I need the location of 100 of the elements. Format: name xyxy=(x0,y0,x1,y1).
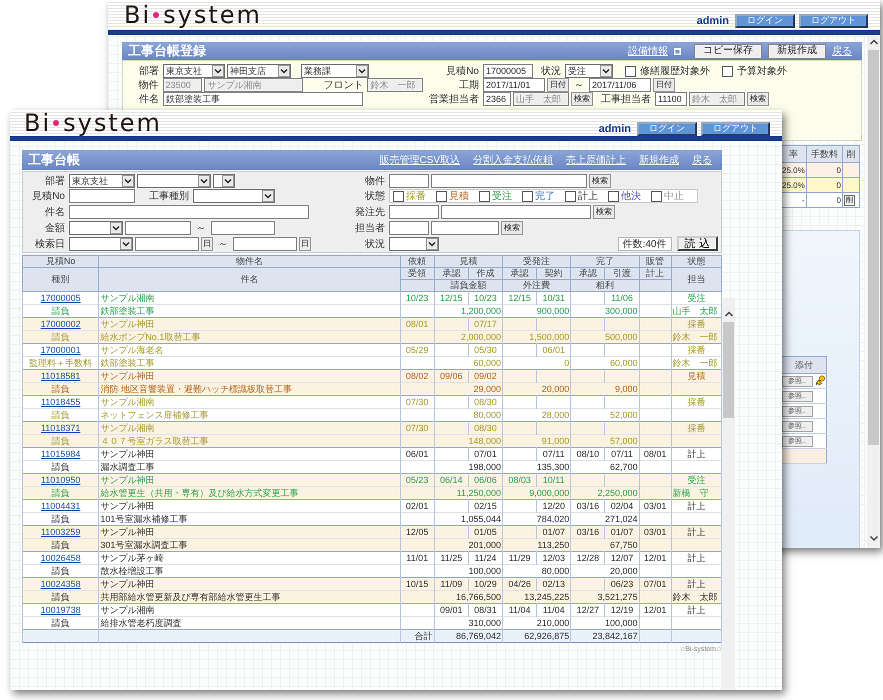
checkbox-label: 完了 xyxy=(535,190,555,204)
input-field[interactable] xyxy=(389,174,429,188)
column-header: 完了 xyxy=(570,256,640,268)
checkbox[interactable] xyxy=(565,190,576,202)
dropdown[interactable]: 東京支社 xyxy=(163,64,225,78)
column-header: 担当 xyxy=(671,268,722,292)
caret-icon xyxy=(278,65,290,77)
checkbox[interactable] xyxy=(436,190,447,202)
page-title: 工事台帳 xyxy=(28,151,80,169)
dropdown[interactable] xyxy=(213,174,235,188)
field-label: 工事種別 xyxy=(149,190,190,204)
column-header: 請負金額 xyxy=(434,280,503,292)
input-field[interactable] xyxy=(69,205,309,219)
checkbox[interactable] xyxy=(722,66,733,76)
checkbox-label: 受注 xyxy=(492,190,512,204)
field-label: 物件 xyxy=(138,79,160,92)
input-field[interactable] xyxy=(233,236,297,250)
checkbox[interactable] xyxy=(625,66,636,76)
dropdown[interactable]: 神田支店 xyxy=(227,64,291,78)
column-header: 状態 xyxy=(671,256,722,268)
input-field[interactable]: 鉄部塗装工事 xyxy=(163,92,363,106)
input-field[interactable] xyxy=(211,220,275,235)
search-button[interactable]: 検索 xyxy=(593,205,615,219)
date-button[interactable]: 日 xyxy=(201,236,213,250)
input-field[interactable] xyxy=(125,220,191,235)
column-header: 依頼 xyxy=(400,256,434,268)
input-field[interactable]: 2017/11/01 xyxy=(483,78,545,92)
dropdown[interactable]: 受注 xyxy=(565,64,613,78)
column-header: 件名 xyxy=(98,268,400,292)
input-field[interactable] xyxy=(431,174,587,188)
caret-icon xyxy=(120,238,132,250)
caret-icon xyxy=(198,174,210,186)
search-button[interactable]: 検索 xyxy=(589,174,611,188)
column-header: 粗利 xyxy=(570,280,640,292)
column-header: 見積 xyxy=(434,256,503,268)
input-field[interactable]: 2366 xyxy=(483,92,511,106)
record-count: 件数:40件 xyxy=(618,236,672,250)
input-field[interactable]: 17000005 xyxy=(483,64,533,78)
search-button[interactable]: 検索 xyxy=(571,92,593,106)
field-label: 部署 xyxy=(44,174,66,188)
column-header: 種別 xyxy=(22,268,99,292)
field-label: 状況 xyxy=(541,64,562,78)
input-field[interactable] xyxy=(389,205,439,219)
column-header: 物件名 xyxy=(98,256,400,268)
table-cell: 86,769,042 xyxy=(434,630,503,642)
table-cell: 0 xyxy=(806,192,842,208)
user-name: admin xyxy=(598,123,631,135)
checkbox-label: 計上 xyxy=(578,190,598,204)
logo: Bi system xyxy=(124,2,262,28)
input-field[interactable] xyxy=(135,236,199,250)
date-button[interactable]: 日 xyxy=(299,236,311,250)
field-label: 見積No xyxy=(445,64,480,78)
field-label: 金額 xyxy=(44,222,66,235)
checkbox[interactable] xyxy=(651,190,662,202)
column-header: 販管 xyxy=(639,256,672,268)
field-label: 検索日 xyxy=(34,238,66,250)
field-label: フロント xyxy=(323,79,364,92)
caret-icon xyxy=(600,65,612,77)
input-field[interactable] xyxy=(441,205,591,219)
caret-icon xyxy=(212,65,224,77)
field-label: 件名 xyxy=(138,93,160,106)
column-header: 削 xyxy=(842,146,860,162)
load-button[interactable]: 読 込 xyxy=(676,236,718,251)
dropdown[interactable]: 業務課 xyxy=(301,64,369,78)
page-title: 工事台帳登録 xyxy=(128,42,206,60)
date-button[interactable]: 日付 xyxy=(653,78,675,92)
checkbox-label: 予算対象外 xyxy=(737,64,787,78)
checkbox[interactable] xyxy=(522,190,533,202)
caret-icon xyxy=(356,65,368,77)
dropdown[interactable]: 東京支社 xyxy=(69,174,135,188)
column-header: 見積No xyxy=(22,256,99,268)
date-button[interactable]: 日付 xyxy=(547,78,569,92)
checkbox-label: 他決 xyxy=(621,190,641,204)
field-label: 発注先 xyxy=(354,206,386,219)
scrollbar-thumb[interactable] xyxy=(723,322,734,418)
checkbox-label: 中止 xyxy=(664,190,684,204)
caret-icon xyxy=(122,174,134,186)
checkbox[interactable] xyxy=(608,190,619,202)
scrollbar-thumb[interactable] xyxy=(868,50,879,445)
checkbox[interactable] xyxy=(393,190,404,202)
checkbox-label: 見積 xyxy=(449,190,469,204)
checkbox[interactable] xyxy=(479,190,490,202)
range-separator: ～ xyxy=(573,79,585,92)
input-field[interactable]: 2017/11/06 xyxy=(589,78,651,92)
field-label: 状態 xyxy=(364,190,386,204)
input-field[interactable] xyxy=(69,189,135,204)
input-field[interactable] xyxy=(431,220,499,235)
search-button[interactable]: 検索 xyxy=(501,220,523,235)
user-name: admin xyxy=(696,15,729,27)
input-field[interactable]: 11100 xyxy=(655,92,687,106)
field-label: 工事担当者 xyxy=(601,92,652,106)
toolbar-button[interactable]: コピー保存 xyxy=(694,44,762,58)
logo: Bi system xyxy=(24,110,162,136)
column-header: 手数料 xyxy=(806,146,842,162)
pushpin-icon xyxy=(814,374,826,387)
toolbar-button[interactable]: 新規作成 xyxy=(768,44,826,58)
input-field[interactable] xyxy=(389,220,429,235)
search-button[interactable]: 検索 xyxy=(747,92,769,106)
field-label: 件名 xyxy=(44,206,66,219)
field-label: 状況 xyxy=(364,238,386,250)
